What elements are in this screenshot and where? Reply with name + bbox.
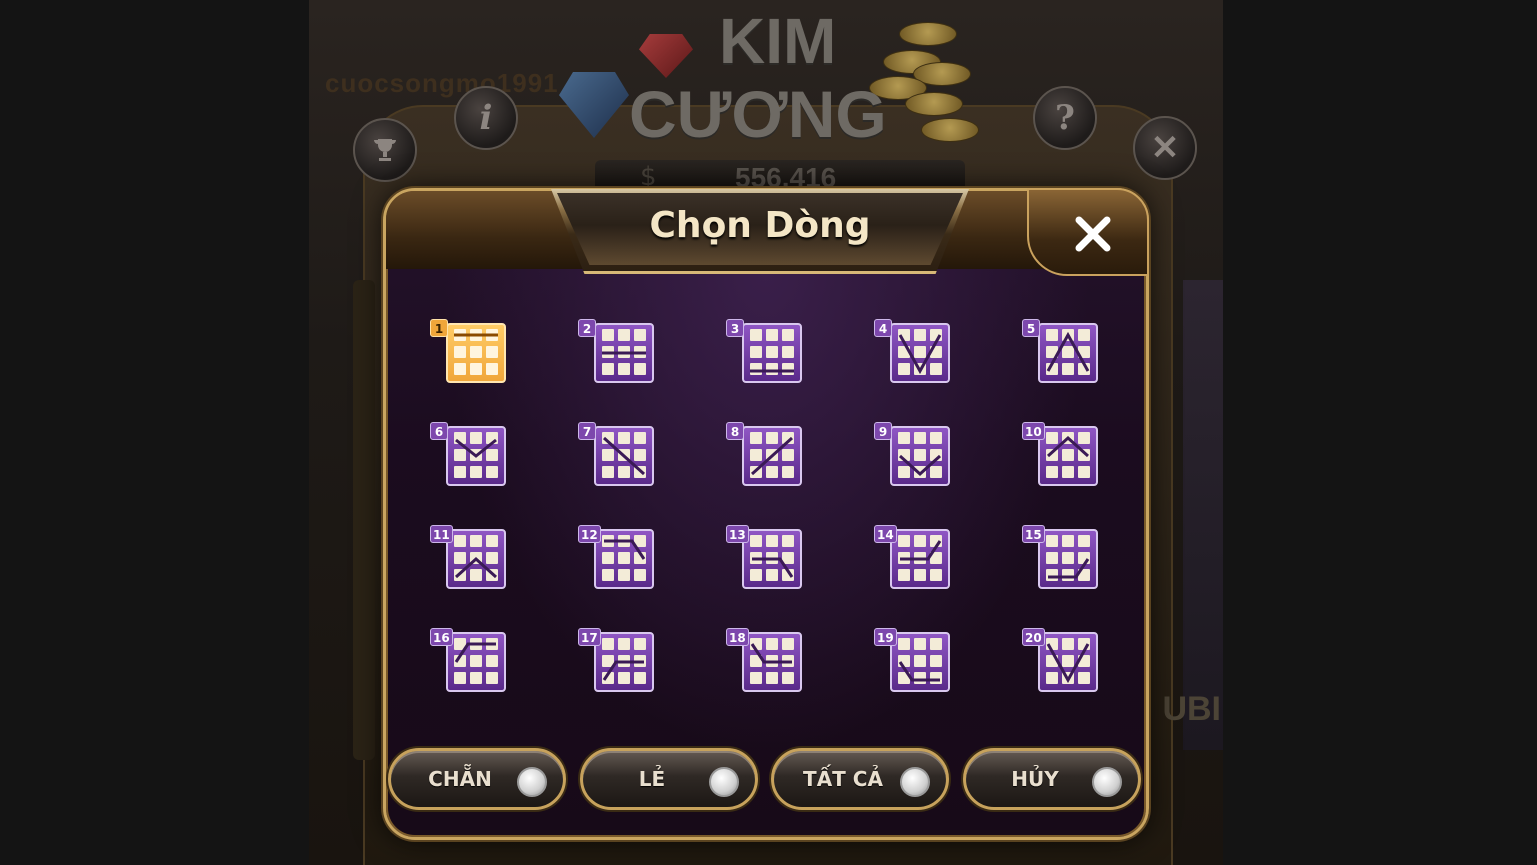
line-option-2[interactable]: 2 bbox=[574, 319, 660, 383]
line-option-3[interactable]: 3 bbox=[722, 319, 808, 383]
line-option-8[interactable]: 8 bbox=[722, 422, 808, 486]
line-option-5[interactable]: 5 bbox=[1018, 319, 1104, 383]
payline-icon bbox=[890, 632, 950, 692]
line-number-badge: 12 bbox=[578, 525, 601, 543]
payline-icon bbox=[1038, 632, 1098, 692]
payline-icon bbox=[594, 632, 654, 692]
info-icon[interactable]: i bbox=[454, 86, 518, 150]
line-number-badge: 19 bbox=[874, 628, 897, 646]
knob-icon bbox=[900, 767, 930, 797]
payline-icon bbox=[446, 632, 506, 692]
line-number-badge: 2 bbox=[578, 319, 596, 337]
line-option-20[interactable]: 20 bbox=[1018, 628, 1104, 692]
close-button[interactable] bbox=[1064, 205, 1122, 263]
trophy-icon[interactable] bbox=[353, 118, 417, 182]
payline-icon bbox=[1038, 529, 1098, 589]
line-number-badge: 7 bbox=[578, 422, 596, 440]
line-option-6[interactable]: 6 bbox=[426, 422, 512, 486]
line-option-16[interactable]: 16 bbox=[426, 628, 512, 692]
payline-icon bbox=[742, 426, 802, 486]
payline-icon bbox=[446, 426, 506, 486]
line-option-15[interactable]: 15 bbox=[1018, 525, 1104, 589]
all-lines-button[interactable]: TẤT CẢ bbox=[771, 748, 949, 810]
background-side-panel bbox=[1183, 280, 1223, 750]
line-number-badge: 9 bbox=[874, 422, 892, 440]
close-icon[interactable]: ✕ bbox=[1133, 116, 1197, 180]
line-option-14[interactable]: 14 bbox=[870, 525, 956, 589]
payline-icon bbox=[446, 323, 506, 383]
line-option-18[interactable]: 18 bbox=[722, 628, 808, 692]
odd-lines-button[interactable]: LẺ bbox=[580, 748, 758, 810]
line-number-badge: 20 bbox=[1022, 628, 1045, 646]
payline-icon bbox=[1038, 323, 1098, 383]
logo-text-line1: KIM bbox=[719, 5, 837, 77]
line-option-19[interactable]: 19 bbox=[870, 628, 956, 692]
line-number-badge: 1 bbox=[430, 319, 448, 337]
logo-text-line2: CƯƠNG bbox=[629, 77, 887, 151]
line-grid: 1 2 3 4 5 6 7 8 9 10 11 12 13 14 15 16 17 18 19 20 bbox=[426, 319, 1106, 699]
line-select-dialog: Chọn Dòng 1 2 3 4 5 6 7 8 9 10 11 12 13 14 15 16 17 18 19 2… bbox=[383, 188, 1149, 840]
red-gem-icon bbox=[639, 34, 693, 78]
payline-icon bbox=[890, 426, 950, 486]
line-number-badge: 6 bbox=[430, 422, 448, 440]
payline-icon bbox=[890, 529, 950, 589]
knob-icon bbox=[517, 767, 547, 797]
game-logo: KIM CƯƠNG bbox=[559, 4, 979, 154]
line-number-badge: 4 bbox=[874, 319, 892, 337]
knob-icon bbox=[709, 767, 739, 797]
even-lines-label: CHẴN bbox=[428, 767, 492, 791]
payline-icon bbox=[1038, 426, 1098, 486]
payline-icon bbox=[594, 529, 654, 589]
line-number-badge: 14 bbox=[874, 525, 897, 543]
payline-icon bbox=[594, 323, 654, 383]
cancel-button[interactable]: HỦY bbox=[963, 748, 1141, 810]
line-number-badge: 3 bbox=[726, 319, 744, 337]
line-option-17[interactable]: 17 bbox=[574, 628, 660, 692]
odd-lines-label: LẺ bbox=[638, 767, 666, 791]
background-side-text: UBI bbox=[1162, 690, 1221, 728]
line-option-11[interactable]: 11 bbox=[426, 525, 512, 589]
close-icon bbox=[1075, 216, 1111, 252]
background-side-panel bbox=[353, 280, 375, 760]
line-option-10[interactable]: 10 bbox=[1018, 422, 1104, 486]
username-label: cuocsongmo1991 bbox=[325, 68, 559, 98]
line-number-badge: 8 bbox=[726, 422, 744, 440]
line-option-13[interactable]: 13 bbox=[722, 525, 808, 589]
line-option-12[interactable]: 12 bbox=[574, 525, 660, 589]
line-number-badge: 5 bbox=[1022, 319, 1040, 337]
title-plate: Chọn Dòng bbox=[551, 189, 969, 274]
line-number-badge: 10 bbox=[1022, 422, 1045, 440]
dialog-title: Chọn Dòng bbox=[649, 205, 871, 246]
line-option-7[interactable]: 7 bbox=[574, 422, 660, 486]
line-number-badge: 18 bbox=[726, 628, 749, 646]
cancel-label: HỦY bbox=[1011, 767, 1059, 791]
help-icon[interactable]: ? bbox=[1033, 86, 1097, 150]
line-number-badge: 15 bbox=[1022, 525, 1045, 543]
line-number-badge: 17 bbox=[578, 628, 601, 646]
all-lines-label: TẤT CẢ bbox=[803, 767, 883, 791]
payline-icon bbox=[742, 632, 802, 692]
knob-icon bbox=[1092, 767, 1122, 797]
line-number-badge: 11 bbox=[430, 525, 453, 543]
payline-icon bbox=[446, 529, 506, 589]
payline-icon bbox=[742, 323, 802, 383]
payline-icon bbox=[890, 323, 950, 383]
line-number-badge: 16 bbox=[430, 628, 453, 646]
line-option-1[interactable]: 1 bbox=[426, 319, 512, 383]
even-lines-button[interactable]: CHẴN bbox=[388, 748, 566, 810]
payline-icon bbox=[594, 426, 654, 486]
payline-icon bbox=[742, 529, 802, 589]
line-number-badge: 13 bbox=[726, 525, 749, 543]
line-option-9[interactable]: 9 bbox=[870, 422, 956, 486]
line-option-4[interactable]: 4 bbox=[870, 319, 956, 383]
